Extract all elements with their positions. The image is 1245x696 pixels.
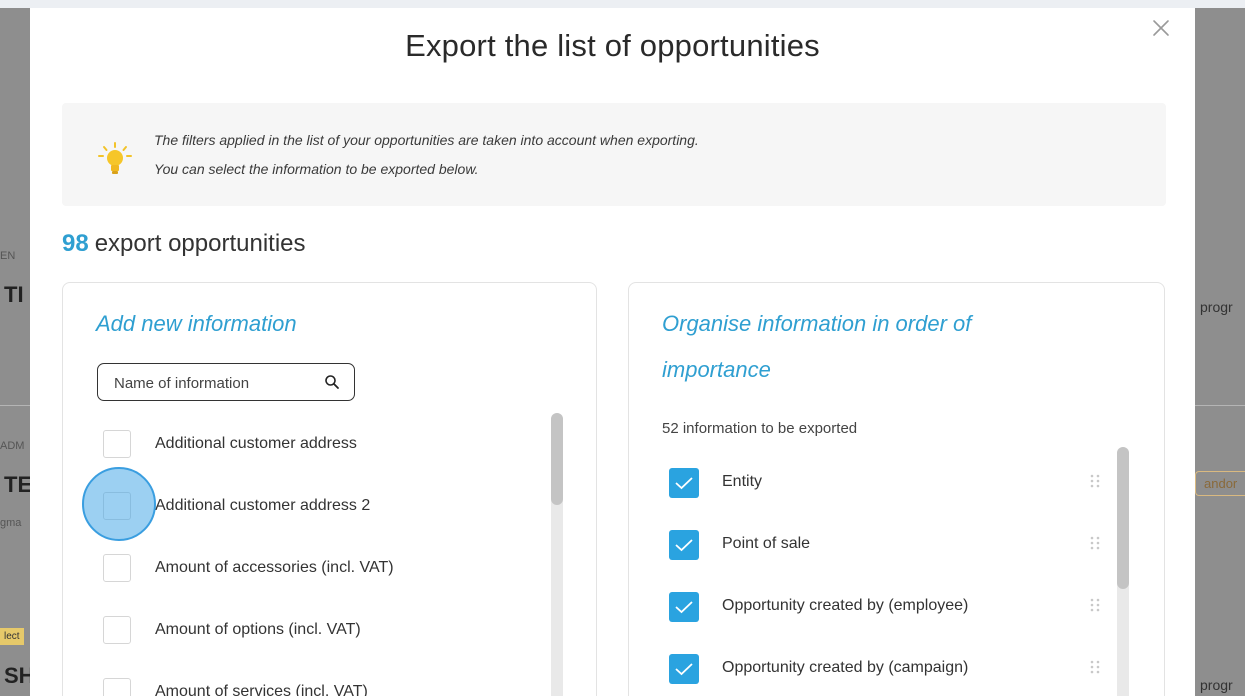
field-label: Amount of accessories (incl. VAT): [155, 559, 394, 576]
field-checkbox[interactable]: [103, 430, 131, 458]
selected-fields-title-line1: Organise information in order of: [662, 311, 972, 336]
scrollbar-track[interactable]: [551, 413, 563, 696]
field-label: Opportunity created by (campaign): [722, 659, 969, 676]
field-checkbox[interactable]: [103, 678, 131, 696]
list-item[interactable]: Opportunity created by (employee): [669, 589, 1109, 629]
export-count-number: 98: [62, 230, 89, 257]
field-label: Opportunity created by (employee): [722, 597, 969, 614]
field-label: Entity: [722, 473, 763, 490]
drag-handle-icon[interactable]: [1089, 597, 1101, 618]
list-item[interactable]: Amount of accessories (incl. VAT): [103, 549, 523, 589]
field-checkbox[interactable]: [103, 492, 131, 520]
field-label: Additional customer address 2: [155, 497, 371, 514]
info-banner: The filters applied in the list of your …: [62, 103, 1166, 206]
info-text-line2: You can select the information to be exp…: [154, 161, 479, 177]
export-count-label: export opportunities: [94, 230, 306, 257]
list-item[interactable]: Point of sale: [669, 527, 1109, 567]
field-checkbox-checked[interactable]: [669, 530, 699, 560]
list-item[interactable]: Amount of options (incl. VAT): [103, 611, 523, 651]
field-label: Amount of options (incl. VAT): [155, 621, 361, 638]
scrollbar-track[interactable]: [1117, 447, 1129, 696]
field-label: Additional customer address: [155, 435, 357, 452]
field-checkbox[interactable]: [103, 554, 131, 582]
search-icon[interactable]: [324, 374, 340, 395]
checkmark-icon: [675, 663, 693, 676]
field-label: Point of sale: [722, 535, 811, 552]
info-text-line1: The filters applied in the list of your …: [154, 132, 699, 148]
available-fields-title: Add new information: [96, 311, 297, 336]
field-checkbox-checked[interactable]: [669, 592, 699, 622]
export-modal: Export the list of opportunities The fil…: [30, 8, 1195, 696]
selected-fields-count: 52 information to be exported: [662, 420, 858, 437]
drag-handle-icon[interactable]: [1089, 535, 1101, 556]
bg-fragment: EN: [0, 250, 16, 262]
scrollbar-thumb[interactable]: [1117, 447, 1129, 589]
modal-title: Export the list of opportunities: [405, 28, 820, 63]
checkmark-icon: [675, 477, 693, 490]
scrollbar-thumb[interactable]: [551, 413, 563, 505]
checkmark-icon: [675, 539, 693, 552]
bg-fragment: TI: [4, 282, 24, 307]
bg-fragment: progr: [1200, 677, 1233, 693]
checkmark-icon: [675, 601, 693, 614]
selected-fields-panel: Organise information in order of importa…: [628, 282, 1165, 696]
bg-fragment: progr: [1200, 299, 1233, 315]
bg-status-pill: andor: [1195, 471, 1245, 496]
bg-divider: [0, 405, 30, 406]
field-label: Amount of services (incl. VAT): [155, 683, 368, 696]
bg-fragment: gma: [0, 517, 22, 529]
available-fields-panel: Add new information Additional customer …: [62, 282, 597, 696]
list-item[interactable]: Opportunity created by (campaign): [669, 651, 1109, 691]
search-input[interactable]: [112, 370, 316, 396]
list-item[interactable]: Additional customer address: [103, 425, 523, 465]
list-item[interactable]: Amount of services (incl. VAT): [103, 673, 523, 696]
field-checkbox[interactable]: [103, 616, 131, 644]
lightbulb-icon: [95, 141, 135, 184]
bg-fragment: ADM: [0, 440, 25, 452]
field-checkbox-checked[interactable]: [669, 468, 699, 498]
drag-handle-icon[interactable]: [1089, 473, 1101, 494]
drag-handle-icon[interactable]: [1089, 659, 1101, 680]
selected-fields-title-line2: importance: [662, 357, 771, 382]
search-field: [97, 363, 355, 401]
page-top-strip: [0, 0, 1245, 8]
list-item[interactable]: Additional customer address 2: [103, 487, 523, 527]
list-item[interactable]: Entity: [669, 465, 1109, 505]
export-count: 98 export opportunities: [62, 230, 306, 258]
bg-tag: lect: [0, 628, 24, 645]
field-checkbox-checked[interactable]: [669, 654, 699, 684]
bg-divider: [1195, 405, 1245, 406]
